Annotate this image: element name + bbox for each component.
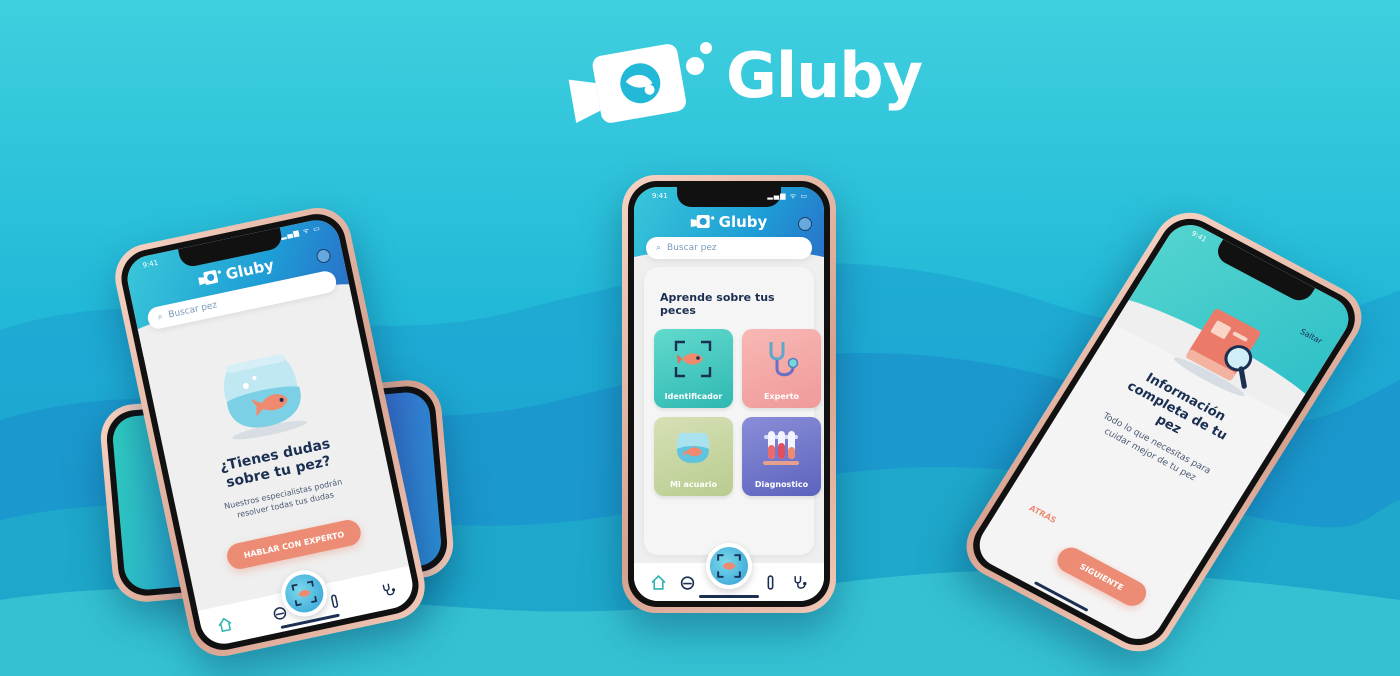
scan-fish-icon [674, 340, 712, 378]
aquarium-icon[interactable] [680, 574, 696, 590]
tile-label: Mi acuario [670, 480, 717, 489]
header-logo: Gluby [690, 213, 768, 231]
profile-icon[interactable] [798, 217, 812, 231]
test-tubes-icon [763, 431, 799, 465]
search-icon: ⌕ [156, 311, 164, 323]
stethoscope-icon[interactable] [380, 580, 399, 599]
scan-fish-icon [717, 554, 741, 578]
search-icon: ⌕ [656, 243, 662, 253]
stethoscope-icon[interactable] [792, 574, 808, 590]
home-icon[interactable] [650, 574, 666, 590]
section-title: Aprende sobre tus peces [660, 291, 775, 317]
tile-identificador[interactable]: Identificador [654, 329, 733, 408]
gluby-logo-icon [690, 215, 715, 228]
search-bar[interactable]: ⌕ [646, 237, 812, 259]
status-icons: ▂▄▆ ᯤ ▭ [767, 192, 808, 200]
tile-label: Experto [763, 392, 800, 401]
home-icon[interactable] [216, 615, 235, 634]
scan-fish-icon [291, 580, 318, 607]
fish-scanner-button[interactable] [706, 543, 752, 589]
test-tube-icon[interactable] [325, 592, 344, 611]
tile-label: Identificador [664, 392, 723, 401]
talk-to-expert-button[interactable]: HABLAR CON EXPERTO [224, 517, 364, 572]
back-link[interactable]: ATRÁS [1027, 504, 1058, 525]
tile-diagnostico[interactable]: Diagnostico [742, 417, 821, 496]
tile-mi-acuario[interactable]: Mi acuario [654, 417, 733, 496]
fish-bowl-icon [676, 433, 710, 463]
search-input[interactable] [667, 243, 802, 253]
header-brand-name: Gluby [718, 213, 768, 231]
learn-card: Aprende sobre tus peces Identificador Ex… [644, 267, 821, 555]
brand-name: Gluby [726, 39, 923, 112]
test-tube-icon[interactable] [763, 574, 779, 590]
gluby-logo-icon [568, 42, 712, 124]
center-phone-screen: 9:41 ▂▄▆ ᯤ ▭ Gluby ⌕ Aprende sobre tus p… [634, 187, 824, 601]
center-phone: 9:41 ▂▄▆ ᯤ ▭ Gluby ⌕ Aprende sobre tus p… [622, 175, 836, 613]
brand-logo: Gluby [566, 32, 936, 127]
feature-grid: Identificador Experto Mi acuario Diagnos… [654, 329, 821, 496]
fish-bowl-illustration [223, 354, 307, 440]
status-time: 9:41 [652, 192, 668, 200]
tile-experto[interactable]: Experto [742, 329, 821, 408]
tile-label: Diagnostico [754, 480, 809, 489]
stethoscope-icon [769, 342, 799, 377]
